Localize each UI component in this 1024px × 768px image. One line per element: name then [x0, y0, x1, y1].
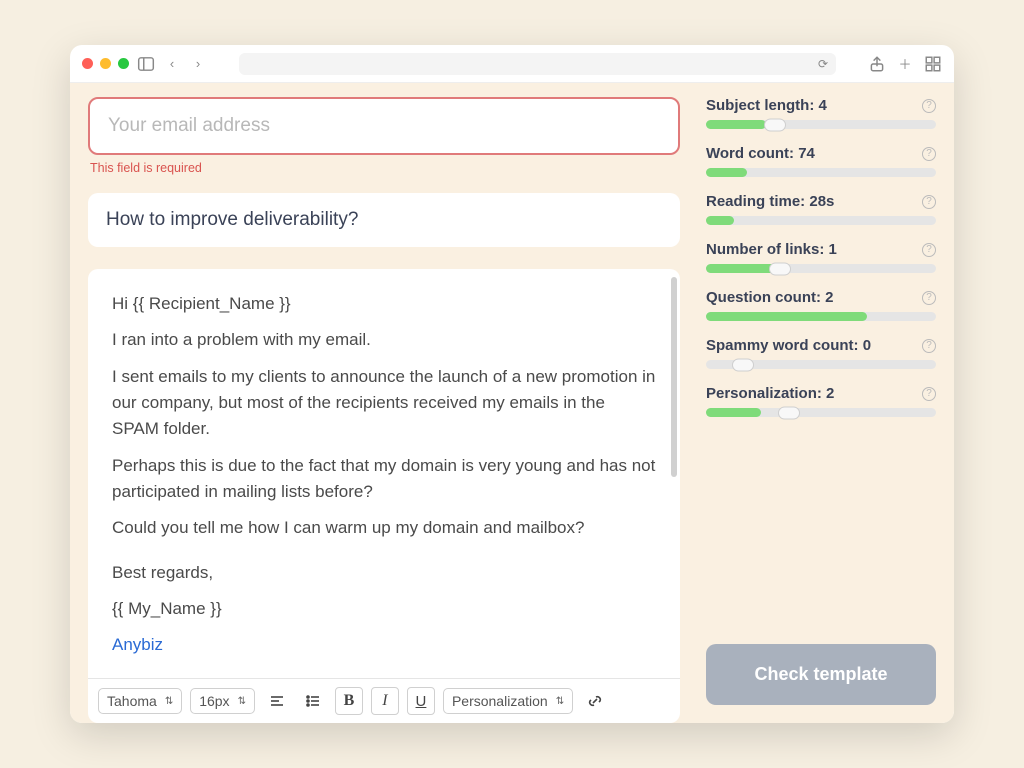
help-icon[interactable]: ? — [922, 339, 936, 353]
metric-bar — [706, 168, 936, 177]
email-input[interactable]: Your email address — [88, 97, 680, 155]
font-size-value: 16px — [199, 693, 229, 709]
body-link[interactable]: Anybiz — [112, 635, 163, 654]
email-input-placeholder: Your email address — [108, 115, 270, 136]
font-family-select[interactable]: Tahoma ⇅ — [98, 688, 182, 714]
address-bar[interactable]: ⟳ — [239, 53, 836, 75]
align-left-icon[interactable] — [263, 687, 291, 715]
browser-titlebar: ‹ › ⟳ ＋ — [70, 45, 954, 83]
metric-row: Word count: 74? — [706, 145, 936, 177]
metric-row: Subject length: 4? — [706, 97, 936, 129]
email-error-text: This field is required — [90, 161, 678, 175]
email-editor: Hi {{ Recipient_Name }} I ran into a pro… — [88, 269, 680, 723]
help-icon[interactable]: ? — [922, 99, 936, 113]
chevron-updown-icon: ⇅ — [165, 696, 173, 707]
metric-label: Personalization: 2 — [706, 385, 834, 402]
link-icon[interactable] — [581, 687, 609, 715]
personalization-label: Personalization — [452, 693, 548, 709]
body-line: Perhaps this is due to the fact that my … — [112, 453, 656, 506]
maximize-window-icon[interactable] — [118, 58, 129, 69]
editor-body[interactable]: Hi {{ Recipient_Name }} I ran into a pro… — [88, 269, 680, 678]
metric-row: Spammy word count: 0? — [706, 337, 936, 369]
metric-thumb[interactable] — [732, 358, 754, 371]
personalization-select[interactable]: Personalization ⇅ — [443, 688, 573, 714]
metric-row: Number of links: 1? — [706, 241, 936, 273]
chevron-updown-icon: ⇅ — [238, 696, 246, 707]
metric-bar — [706, 264, 936, 273]
metric-label: Word count: 74 — [706, 145, 815, 162]
help-icon[interactable]: ? — [922, 243, 936, 257]
sidebar-toggle-icon[interactable] — [137, 55, 155, 73]
body-line: I sent emails to my clients to announce … — [112, 364, 656, 443]
tabs-overview-icon[interactable] — [924, 55, 942, 73]
body-line: I ran into a problem with my email. — [112, 327, 656, 353]
chevron-updown-icon: ⇅ — [556, 696, 564, 707]
reload-icon[interactable]: ⟳ — [818, 57, 828, 71]
metric-bar — [706, 216, 936, 225]
left-column: Your email address This field is require… — [88, 97, 680, 723]
check-template-label: Check template — [754, 664, 887, 684]
metric-bar — [706, 312, 936, 321]
metric-thumb[interactable] — [778, 406, 800, 419]
subject-input[interactable]: How to improve deliverability? — [88, 193, 680, 247]
forward-icon[interactable]: › — [189, 55, 207, 73]
scrollbar[interactable] — [671, 277, 677, 477]
body-line: Best regards, — [112, 560, 656, 586]
metric-label: Spammy word count: 0 — [706, 337, 871, 354]
metric-bar — [706, 120, 936, 129]
help-icon[interactable]: ? — [922, 387, 936, 401]
metric-label: Number of links: 1 — [706, 241, 837, 258]
body-line: Could you tell me how I can warm up my d… — [112, 515, 656, 541]
metric-bar — [706, 360, 936, 369]
minimize-window-icon[interactable] — [100, 58, 111, 69]
body-line: Hi {{ Recipient_Name }} — [112, 291, 656, 317]
body-line: {{ My_Name }} — [112, 596, 656, 622]
help-icon[interactable]: ? — [922, 195, 936, 209]
close-window-icon[interactable] — [82, 58, 93, 69]
metric-label: Subject length: 4 — [706, 97, 827, 114]
metric-label: Reading time: 28s — [706, 193, 834, 210]
page-content: Your email address This field is require… — [70, 83, 954, 723]
font-size-select[interactable]: 16px ⇅ — [190, 688, 255, 714]
italic-button[interactable]: I — [371, 687, 399, 715]
check-template-button[interactable]: Check template — [706, 644, 936, 705]
metric-label: Question count: 2 — [706, 289, 834, 306]
font-family-value: Tahoma — [107, 693, 157, 709]
bold-button[interactable]: B — [335, 687, 363, 715]
metric-row: Reading time: 28s? — [706, 193, 936, 225]
metrics-panel: Subject length: 4?Word count: 74?Reading… — [706, 97, 936, 723]
traffic-lights — [82, 58, 129, 69]
back-icon[interactable]: ‹ — [163, 55, 181, 73]
metric-bar — [706, 408, 936, 417]
metric-thumb[interactable] — [769, 262, 791, 275]
new-tab-icon[interactable]: ＋ — [896, 55, 914, 73]
metric-thumb[interactable] — [764, 118, 786, 131]
subject-text: How to improve deliverability? — [106, 209, 358, 230]
list-icon[interactable] — [299, 687, 327, 715]
share-icon[interactable] — [868, 55, 886, 73]
metric-row: Question count: 2? — [706, 289, 936, 321]
metric-row: Personalization: 2? — [706, 385, 936, 417]
help-icon[interactable]: ? — [922, 291, 936, 305]
editor-toolbar: Tahoma ⇅ 16px ⇅ B I U — [88, 678, 680, 723]
underline-button[interactable]: U — [407, 687, 435, 715]
help-icon[interactable]: ? — [922, 147, 936, 161]
browser-window: ‹ › ⟳ ＋ Your email address This field is… — [70, 45, 954, 723]
